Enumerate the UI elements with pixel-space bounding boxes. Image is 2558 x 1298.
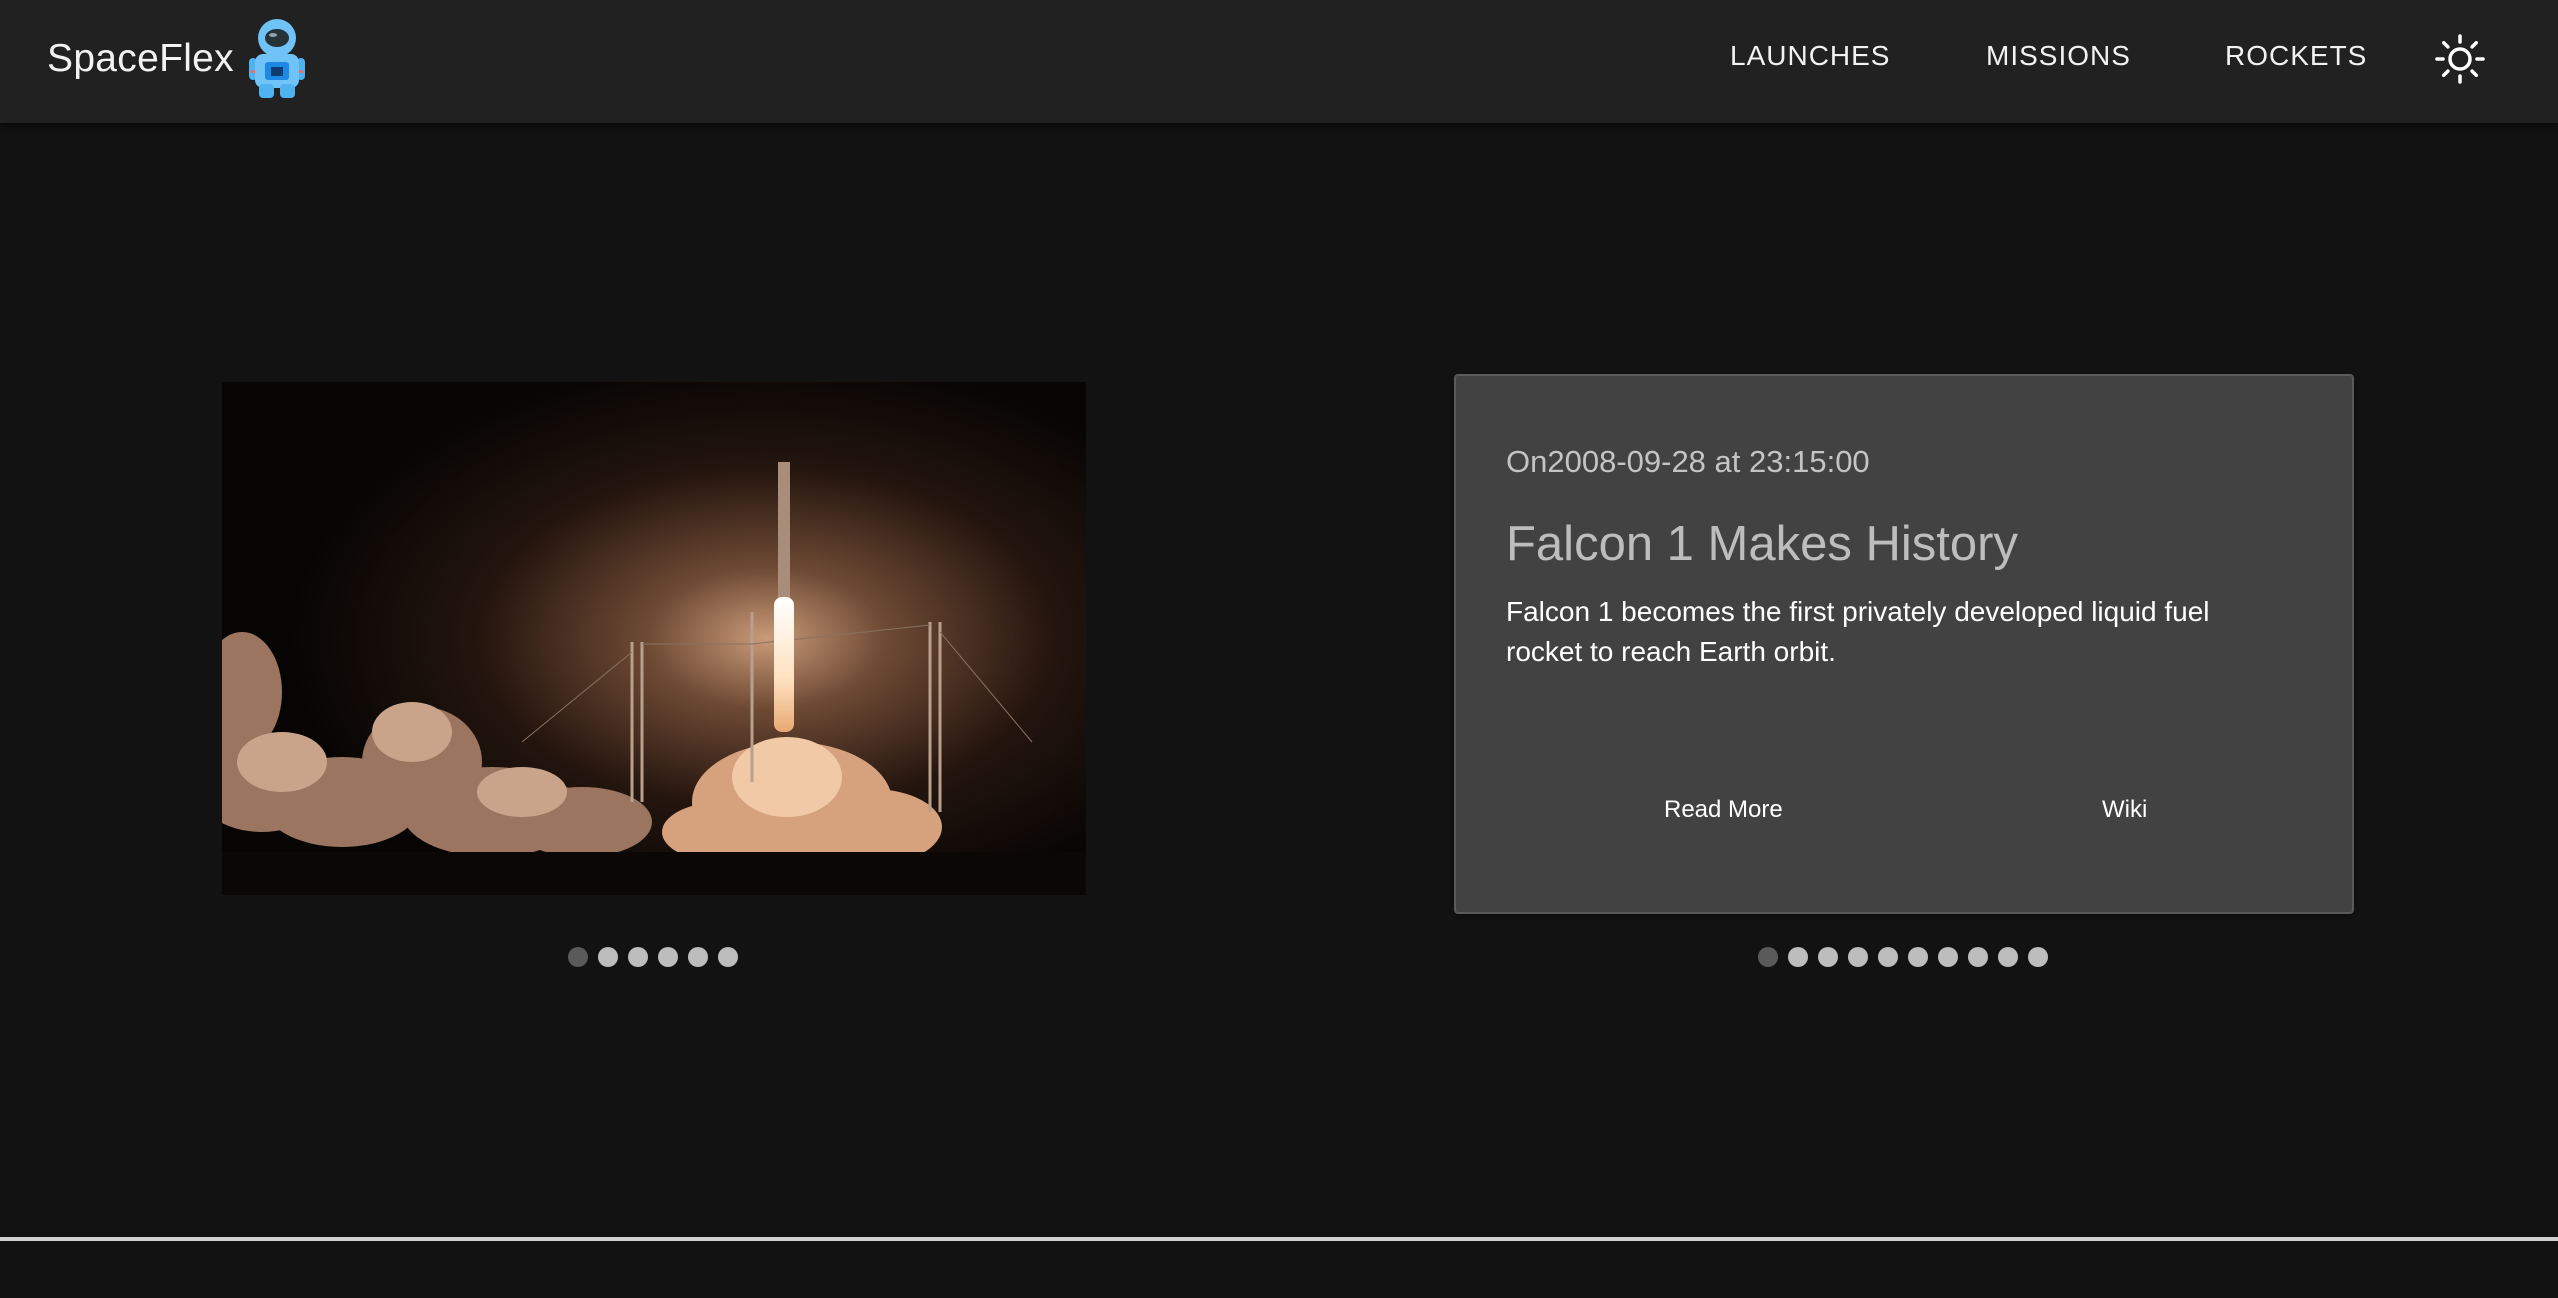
theme-toggle-button[interactable] [2434, 33, 2486, 85]
app-bar: SpaceFlex LAUNCHES MISSIONS ROCKETS [0, 0, 2558, 123]
history-card: On2008-09-28 at 23:15:00 Falcon 1 Makes … [1454, 374, 2354, 914]
image-carousel-dot[interactable] [718, 947, 738, 967]
image-carousel-dot[interactable] [628, 947, 648, 967]
nav-rockets[interactable]: ROCKETS [2225, 40, 2367, 72]
image-carousel-dot[interactable] [568, 947, 588, 967]
brand-title[interactable]: SpaceFlex [47, 37, 234, 81]
history-carousel-dot[interactable] [1878, 947, 1898, 967]
launch-image [222, 382, 1086, 895]
history-carousel-dot[interactable] [1998, 947, 2018, 967]
image-carousel-dot[interactable] [598, 947, 618, 967]
sun-icon [2435, 34, 2485, 84]
history-carousel-dot[interactable] [1818, 947, 1838, 967]
history-carousel-dot[interactable] [1758, 947, 1778, 967]
history-carousel-indicators [1758, 947, 2048, 967]
image-carousel-dot[interactable] [688, 947, 708, 967]
image-carousel-indicators [568, 947, 738, 967]
history-carousel-dot[interactable] [2028, 947, 2048, 967]
astronaut-icon [248, 19, 305, 98]
image-carousel-dot[interactable] [658, 947, 678, 967]
nav-missions[interactable]: MISSIONS [1986, 40, 2131, 72]
wiki-button[interactable]: Wiki [2090, 790, 2159, 830]
event-date: On2008-09-28 at 23:15:00 [1506, 444, 1870, 479]
nav-launches[interactable]: LAUNCHES [1730, 40, 1890, 72]
event-title: Falcon 1 Makes History [1506, 517, 2018, 571]
history-carousel-dot[interactable] [1908, 947, 1928, 967]
history-carousel-dot[interactable] [1938, 947, 1958, 967]
event-description: Falcon 1 becomes the first privately dev… [1506, 596, 2210, 667]
history-carousel-dot[interactable] [1968, 947, 1988, 967]
footer-divider [0, 1237, 2558, 1241]
history-carousel-dot[interactable] [1848, 947, 1868, 967]
read-more-button[interactable]: Read More [1652, 790, 1795, 830]
history-carousel-dot[interactable] [1788, 947, 1808, 967]
brand[interactable]: SpaceFlex [47, 0, 307, 118]
